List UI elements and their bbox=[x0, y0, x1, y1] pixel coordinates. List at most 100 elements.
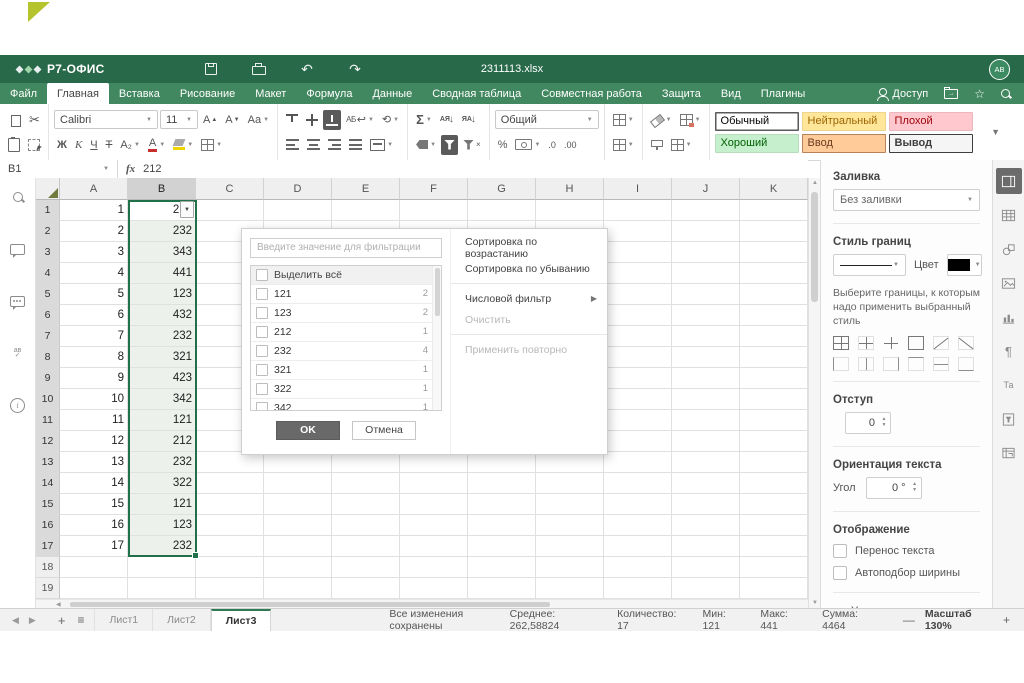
sheet-tab[interactable]: Лист1 bbox=[94, 609, 153, 631]
cell-i17[interactable] bbox=[604, 536, 672, 557]
menu-tab[interactable]: Файл bbox=[0, 83, 47, 104]
cell-k5[interactable] bbox=[740, 284, 808, 305]
border-hc-button[interactable] bbox=[933, 357, 949, 371]
column-header-h[interactable]: H bbox=[536, 178, 604, 200]
cell-c18[interactable] bbox=[196, 557, 264, 578]
cell-b1[interactable]: 212▼ bbox=[128, 200, 196, 221]
angle-stepper[interactable]: 0 ° ▲▼ bbox=[866, 477, 922, 499]
cell-i13[interactable] bbox=[604, 452, 672, 473]
borders-button[interactable]: ▼ bbox=[198, 135, 225, 155]
sheet-list-button[interactable]: ≡ bbox=[77, 613, 84, 627]
row-header-6[interactable]: 6 bbox=[36, 305, 60, 326]
cell-i12[interactable] bbox=[604, 431, 672, 452]
cell-g17[interactable] bbox=[468, 536, 536, 557]
cell-a4[interactable]: 4 bbox=[60, 263, 128, 284]
accounting-style-button[interactable]: ▼ bbox=[512, 135, 543, 155]
delete-cells-button[interactable]: ▼ bbox=[610, 135, 637, 155]
filter-item[interactable]: 2324 bbox=[251, 341, 441, 360]
filter-menu-item[interactable]: Сортировка по возрастанию bbox=[451, 237, 607, 258]
border-out-button[interactable] bbox=[908, 336, 924, 350]
horizontal-scroll-thumb[interactable] bbox=[70, 602, 550, 607]
comments-button[interactable] bbox=[3, 234, 33, 264]
wrap-text-checkbox-row[interactable]: Перенос текста bbox=[833, 544, 980, 558]
cell-i6[interactable] bbox=[604, 305, 672, 326]
cell-a11[interactable]: 11 bbox=[60, 410, 128, 431]
filter-item[interactable]: 3211 bbox=[251, 360, 441, 379]
cell-d14[interactable] bbox=[264, 473, 332, 494]
cell-a6[interactable]: 6 bbox=[60, 305, 128, 326]
cell-a15[interactable]: 15 bbox=[60, 494, 128, 515]
border-d1-button[interactable] bbox=[933, 336, 949, 350]
checkbox[interactable] bbox=[833, 566, 847, 580]
strikethrough-button[interactable]: Т bbox=[103, 135, 116, 155]
change-case-button[interactable]: Аа▼ bbox=[245, 110, 273, 130]
redo-icon[interactable]: ↷ bbox=[344, 59, 366, 79]
cell-i8[interactable] bbox=[604, 347, 672, 368]
filter-menu-item[interactable]: Сортировка по убыванию bbox=[451, 258, 607, 279]
font-size-select[interactable]: 11▼ bbox=[160, 110, 198, 129]
row-header-16[interactable]: 16 bbox=[36, 515, 60, 536]
row-header-2[interactable]: 2 bbox=[36, 221, 60, 242]
cell-e18[interactable] bbox=[332, 557, 400, 578]
align-center-button[interactable] bbox=[304, 135, 323, 155]
filter-search-input[interactable] bbox=[250, 238, 442, 258]
paste-button[interactable] bbox=[5, 135, 23, 155]
cell-b19[interactable] bbox=[128, 578, 196, 599]
horizontal-scrollbar[interactable]: ◀ bbox=[36, 599, 808, 608]
cell-j19[interactable] bbox=[672, 578, 740, 599]
font-color-button[interactable]: А▼ bbox=[145, 135, 168, 155]
filter-dropdown-button[interactable]: ▼ bbox=[180, 201, 194, 218]
cell-f14[interactable] bbox=[400, 473, 468, 494]
cell-i19[interactable] bbox=[604, 578, 672, 599]
cell-j3[interactable] bbox=[672, 242, 740, 263]
format-painter-button[interactable] bbox=[648, 135, 666, 155]
border-d2-button[interactable] bbox=[958, 336, 974, 350]
align-bottom-button[interactable] bbox=[323, 110, 341, 130]
cell-j4[interactable] bbox=[672, 263, 740, 284]
copy-style-button[interactable]: ▼ bbox=[677, 110, 704, 130]
menu-tab[interactable]: Защита bbox=[652, 83, 711, 104]
cell-j5[interactable] bbox=[672, 284, 740, 305]
save-icon[interactable] bbox=[200, 59, 222, 79]
cell-b9[interactable]: 423 bbox=[128, 368, 196, 389]
add-sheet-button[interactable]: + bbox=[58, 613, 66, 628]
cell-d16[interactable] bbox=[264, 515, 332, 536]
cancel-button[interactable]: Отмена bbox=[352, 421, 416, 440]
cell-k14[interactable] bbox=[740, 473, 808, 494]
filter-item[interactable]: 2121 bbox=[251, 322, 441, 341]
filter-button[interactable] bbox=[441, 135, 458, 155]
cell-d15[interactable] bbox=[264, 494, 332, 515]
cell-g18[interactable] bbox=[468, 557, 536, 578]
cell-c13[interactable] bbox=[196, 452, 264, 473]
favorites-star-icon[interactable]: ☆ bbox=[974, 88, 985, 100]
cell-f18[interactable] bbox=[400, 557, 468, 578]
menu-tab[interactable]: Главная bbox=[47, 83, 109, 104]
list-scrollbar[interactable] bbox=[432, 266, 441, 410]
row-header-14[interactable]: 14 bbox=[36, 473, 60, 494]
decrease-font-button[interactable]: А▼ bbox=[222, 110, 242, 130]
number-format-select[interactable]: Общий▼ bbox=[495, 110, 599, 129]
column-header-j[interactable]: J bbox=[672, 178, 740, 200]
row-header-11[interactable]: 11 bbox=[36, 410, 60, 431]
menu-tab[interactable]: Сводная таблица bbox=[422, 83, 531, 104]
cell-k18[interactable] bbox=[740, 557, 808, 578]
cell-i1[interactable] bbox=[604, 200, 672, 221]
cell-j18[interactable] bbox=[672, 557, 740, 578]
menu-tab[interactable]: Макет bbox=[245, 83, 296, 104]
merge-cells-button[interactable]: ▼ bbox=[367, 135, 396, 155]
cell-e14[interactable] bbox=[332, 473, 400, 494]
cell-i16[interactable] bbox=[604, 515, 672, 536]
border-b-button[interactable] bbox=[958, 357, 974, 371]
cell-g14[interactable] bbox=[468, 473, 536, 494]
insert-function-button[interactable]: fx bbox=[118, 163, 143, 175]
cell-k8[interactable] bbox=[740, 347, 808, 368]
vertical-scroll-thumb[interactable] bbox=[811, 192, 818, 302]
named-ranges-button[interactable]: ▼ bbox=[413, 135, 439, 155]
menu-tab[interactable]: Формула bbox=[296, 83, 362, 104]
cell-j11[interactable] bbox=[672, 410, 740, 431]
row-header-12[interactable]: 12 bbox=[36, 431, 60, 452]
subscript-button[interactable]: А₂▼ bbox=[117, 135, 143, 155]
cell-g19[interactable] bbox=[468, 578, 536, 599]
font-select[interactable]: Calibri▼ bbox=[54, 110, 158, 129]
cell-a17[interactable]: 17 bbox=[60, 536, 128, 557]
